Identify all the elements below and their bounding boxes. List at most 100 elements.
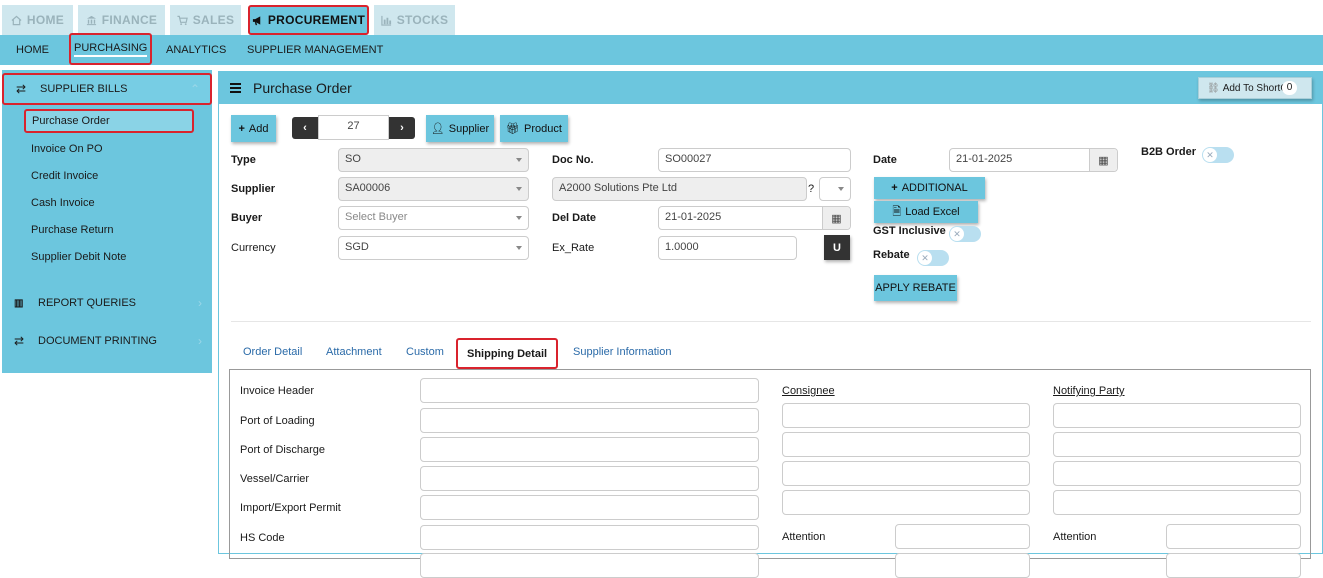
docno-field[interactable]: SO00027	[658, 148, 851, 172]
link-icon: ⛓	[1207, 82, 1220, 94]
calendar-icon[interactable]: ▦	[1089, 149, 1117, 171]
tab-finance[interactable]: FINANCE	[78, 5, 165, 35]
supplier-label: Supplier	[231, 183, 276, 195]
subnav-analytics[interactable]: ANALYTICS	[166, 35, 226, 65]
consignee-line-1[interactable]	[782, 403, 1030, 428]
notifying-party-line-3[interactable]	[1053, 461, 1301, 486]
notifying-attention-input[interactable]	[1166, 524, 1301, 549]
consignee-extra-input[interactable]	[895, 553, 1030, 578]
supplier-extra-select[interactable]	[819, 177, 851, 201]
b2b-order-toggle[interactable]: ✕	[1202, 147, 1234, 163]
import-export-permit-input[interactable]	[420, 495, 759, 520]
sidebar-section-document-printing[interactable]: ⇄ DOCUMENT PRINTING ›	[2, 325, 212, 357]
subnav-purchasing[interactable]: PURCHASING	[69, 33, 153, 65]
supplier-button[interactable]: 👤︎ Supplier	[426, 115, 494, 142]
tab-custom[interactable]: Custom	[406, 346, 444, 358]
notifying-party-line-4[interactable]	[1053, 490, 1301, 515]
chevron-right-icon: ›	[198, 334, 202, 348]
excel-icon: 🗎︎	[892, 205, 902, 218]
currency-label: Currency	[231, 242, 276, 254]
product-button[interactable]: 🎁︎ Product	[500, 115, 568, 142]
consignee-attention-input[interactable]	[895, 524, 1030, 549]
megaphone-icon	[252, 15, 261, 25]
invoice-header-label: Invoice Header	[240, 385, 314, 397]
bar-chart-icon	[381, 15, 391, 26]
load-excel-button[interactable]: 🗎︎ Load Excel	[874, 201, 978, 223]
rebate-label: Rebate	[873, 249, 910, 261]
user-icon: 👤︎	[430, 123, 445, 135]
sidebar-section-report-queries[interactable]: ▥ REPORT QUERIES ›	[2, 287, 212, 319]
apply-rebate-button[interactable]: APPLY REBATE	[874, 275, 957, 301]
date-field[interactable]: 21-01-2025 ▦	[949, 148, 1118, 172]
tab-home[interactable]: HOME	[2, 5, 73, 35]
buyer-label: Buyer	[231, 212, 263, 224]
gift-icon: 🎁︎	[506, 123, 521, 135]
gst-inclusive-label: GST Inclusive	[873, 225, 946, 237]
notifying-party-label: Notifying Party	[1053, 385, 1125, 397]
caret-down-icon	[838, 187, 844, 191]
home-icon	[11, 15, 22, 25]
add-button[interactable]: + Add	[231, 115, 276, 142]
page-title: Purchase Order	[253, 80, 352, 96]
gst-inclusive-toggle[interactable]: ✕	[949, 226, 981, 242]
exrate-label: Ex_Rate	[552, 242, 595, 254]
sidebar-section-supplier-bills[interactable]: ⇄ SUPPLIER BILLS ⌃	[2, 73, 212, 105]
port-of-loading-label: Port of Loading	[240, 415, 315, 427]
record-number-field[interactable]: 27	[318, 115, 389, 140]
deldate-field[interactable]: 21-01-2025 ▦	[658, 206, 851, 230]
port-of-discharge-label: Port of Discharge	[240, 444, 325, 456]
subnav-home[interactable]: HOME	[16, 35, 49, 65]
tab-order-detail[interactable]: Order Detail	[243, 346, 302, 358]
notifying-party-line-2[interactable]	[1053, 432, 1301, 457]
notifying-extra-input[interactable]	[1166, 553, 1301, 578]
consignee-line-4[interactable]	[782, 490, 1030, 515]
port-of-discharge-input[interactable]	[420, 437, 759, 462]
sidebar-item-purchase-order[interactable]: Purchase Order	[24, 109, 194, 133]
calendar-icon[interactable]: ▦	[822, 207, 850, 229]
hs-code-input[interactable]	[420, 525, 759, 550]
consignee-line-3[interactable]	[782, 461, 1030, 486]
tab-supplier-information[interactable]: Supplier Information	[573, 346, 671, 358]
rebate-toggle[interactable]: ✕	[917, 250, 949, 266]
exchange-icon: ⇄	[16, 82, 27, 96]
extra-input[interactable]	[420, 553, 759, 578]
sidebar-item-credit-invoice[interactable]: Credit Invoice	[31, 164, 98, 188]
tab-sales[interactable]: SALES	[170, 5, 241, 35]
tab-procurement[interactable]: PROCUREMENT	[248, 5, 369, 35]
tab-stocks[interactable]: STOCKS	[374, 5, 455, 35]
sidebar-item-supplier-debit-note[interactable]: Supplier Debit Note	[31, 245, 126, 269]
date-label: Date	[873, 154, 897, 166]
docno-label: Doc No.	[552, 154, 594, 166]
currency-select[interactable]: SGD	[338, 236, 529, 260]
chevron-right-icon: ›	[198, 296, 202, 310]
exrate-field[interactable]: 1.0000	[658, 236, 797, 260]
prev-record-button[interactable]: ‹	[292, 117, 318, 139]
supplier-select[interactable]: SA00006	[338, 177, 529, 201]
invoice-header-input[interactable]	[420, 378, 759, 403]
sidebar: ⇄ SUPPLIER BILLS ⌃ Purchase Order Invoic…	[2, 70, 212, 373]
update-rate-button[interactable]: U	[824, 235, 850, 260]
caret-down-icon	[516, 216, 522, 220]
chevron-left-icon: ‹	[303, 122, 307, 134]
sidebar-item-cash-invoice[interactable]: Cash Invoice	[31, 191, 95, 215]
tab-shipping-detail[interactable]: Shipping Detail	[456, 338, 559, 369]
notifying-attention-label: Attention	[1053, 531, 1097, 543]
additional-button[interactable]: + ADDITIONAL	[874, 177, 985, 199]
sidebar-item-invoice-on-po[interactable]: Invoice On PO	[31, 137, 103, 161]
next-record-button[interactable]: ›	[389, 117, 415, 139]
caret-down-icon	[516, 187, 522, 191]
type-label: Type	[231, 154, 256, 166]
buyer-select[interactable]: Select Buyer	[338, 206, 529, 230]
vessel-carrier-input[interactable]	[420, 466, 759, 491]
type-select[interactable]: SO	[338, 148, 529, 172]
section-divider	[231, 321, 1311, 322]
tab-attachment[interactable]: Attachment	[326, 346, 382, 358]
notifying-party-line-1[interactable]	[1053, 403, 1301, 428]
port-of-loading-input[interactable]	[420, 408, 759, 433]
menu-icon[interactable]	[230, 83, 241, 93]
add-to-shortcut-button[interactable]: ⛓ Add To ShortCut 0	[1198, 77, 1312, 99]
consignee-line-2[interactable]	[782, 432, 1030, 457]
subnav-supplier-management[interactable]: SUPPLIER MANAGEMENT	[247, 35, 383, 65]
plus-icon: +	[891, 182, 898, 194]
sidebar-item-purchase-return[interactable]: Purchase Return	[31, 218, 114, 242]
